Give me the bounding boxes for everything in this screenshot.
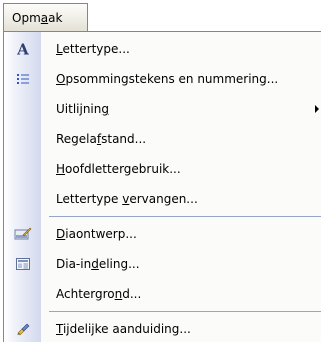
bullet-list-icon: [4, 64, 41, 94]
font-letter-a-icon: A: [4, 34, 41, 64]
menu-item-opsommingstekens[interactable]: Opsommingstekens en nummering...: [4, 64, 321, 94]
menu-item-label: Lettertype vervangen...: [56, 192, 198, 206]
menu-item-label: Lettertype...: [56, 42, 130, 56]
menu-item-label: Opsommingstekens en nummering...: [56, 72, 279, 86]
menu-item-label: Diaontwerp...: [56, 227, 137, 241]
menu-item-achtergrond[interactable]: Achtergrond...: [4, 279, 321, 309]
menu-item-label: Regelafstand...: [56, 132, 147, 146]
svg-text:A: A: [16, 41, 29, 57]
menu-item-label: Uitlijning: [56, 102, 109, 116]
slide-layout-icon: [4, 249, 41, 279]
placeholder-brush-icon: [4, 314, 41, 342]
menu-item-label: Dia-indeling...: [56, 257, 140, 271]
menu-items: A Lettertype... Opsommingstekens en numm…: [4, 34, 321, 342]
submenu-arrow-icon: [315, 105, 319, 113]
menu-title-label: Opmaak: [12, 10, 63, 25]
slide-design-icon: [4, 219, 41, 249]
menu-item-uitlijning[interactable]: Uitlijning: [4, 94, 321, 124]
menu-item-regelafstand[interactable]: Regelafstand...: [4, 124, 321, 154]
menu-item-hoofdlettergebruik[interactable]: Hoofdlettergebruik...: [4, 154, 321, 184]
menu-item-lettertype-vervangen[interactable]: Lettertype vervangen...: [4, 184, 321, 214]
menu-item-label: Hoofdlettergebruik...: [56, 162, 181, 176]
menu-item-diaontwerp[interactable]: Diaontwerp...: [4, 219, 321, 249]
opmaak-dropdown-menu: A Lettertype... Opsommingstekens en numm…: [3, 31, 321, 342]
menu-item-tijdelijke-aanduiding[interactable]: Tijdelijke aanduiding...: [4, 314, 321, 342]
menu-title-opmaak[interactable]: Opmaak: [3, 3, 88, 31]
menu-item-label: Achtergrond...: [56, 287, 142, 301]
menu-item-label: Tijdelijke aanduiding...: [56, 322, 191, 336]
menu-item-dia-indeling[interactable]: Dia-indeling...: [4, 249, 321, 279]
menu-item-lettertype[interactable]: A Lettertype...: [4, 34, 321, 64]
screen: Opmaak A Lettertype... Opsommingstekens …: [0, 0, 321, 342]
